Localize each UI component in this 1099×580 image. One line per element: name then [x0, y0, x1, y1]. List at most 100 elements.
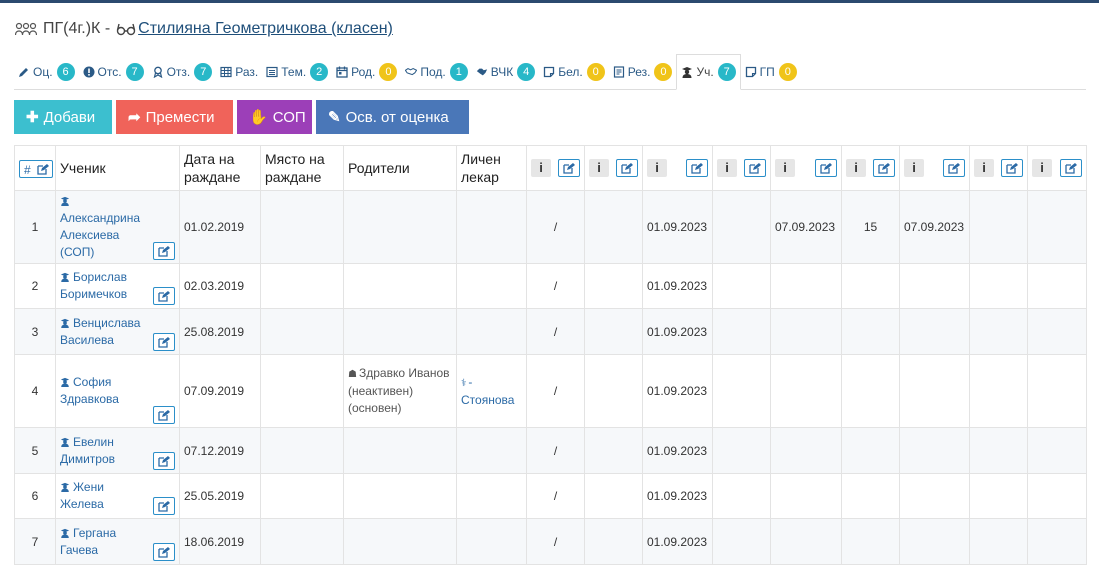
- table-row: 1 Александрина Алексиева (СОП) 01.02.2019 /…: [14, 190, 1087, 264]
- student-edit-button[interactable]: [153, 543, 175, 561]
- col-1: /: [526, 263, 585, 309]
- tab-count-badge: 0: [778, 62, 797, 81]
- tab-vchk[interactable]: ВЧК 4: [472, 54, 539, 89]
- student-header: Ученик: [55, 145, 180, 191]
- info-icon[interactable]: i: [974, 159, 994, 177]
- student-link[interactable]: Венцислава Василева: [60, 316, 140, 347]
- col-5: [770, 473, 842, 519]
- tab-schedule[interactable]: Раз.: [216, 54, 262, 89]
- col-4: [712, 263, 771, 309]
- column-edit-button[interactable]: [943, 159, 965, 177]
- tab-grades[interactable]: Оц. 6: [14, 54, 79, 89]
- move-button[interactable]: ➦ Премести: [116, 100, 233, 134]
- edit-icon: [1006, 163, 1018, 174]
- tab-parents[interactable]: Род. 0: [332, 54, 401, 89]
- column-edit-button[interactable]: [616, 159, 638, 177]
- col-2: [584, 473, 643, 519]
- col-2: [584, 427, 643, 474]
- col-7: [899, 263, 970, 309]
- num-header[interactable]: #: [14, 145, 56, 191]
- col-4: [712, 308, 771, 355]
- parents-cell: [343, 190, 457, 264]
- doctor-link[interactable]: - Стоянова: [461, 375, 514, 407]
- tab-support[interactable]: Под. 1: [401, 54, 471, 89]
- note-icon: [543, 66, 555, 78]
- teacher-link[interactable]: Стилияна Геометричкова (класен): [138, 20, 393, 38]
- tab-label: Бел.: [558, 64, 583, 79]
- tab-label: Тем.: [281, 64, 307, 79]
- tab-absences[interactable]: Отс. 7: [79, 54, 148, 89]
- col-1: /: [526, 473, 585, 519]
- tab-feedback[interactable]: Отз. 7: [148, 54, 217, 89]
- tab-count-badge: 0: [379, 62, 398, 81]
- info-icon[interactable]: i: [846, 159, 866, 177]
- column-edit-button[interactable]: [558, 159, 580, 177]
- handshake-alt-icon: [476, 66, 488, 78]
- info-icon[interactable]: i: [775, 159, 795, 177]
- award-icon: [152, 66, 164, 78]
- tab-gp[interactable]: ГП 0: [741, 54, 801, 89]
- student-edit-button[interactable]: [153, 497, 175, 515]
- student-cell: Венцислава Василева: [55, 308, 180, 355]
- student-edit-button[interactable]: [153, 287, 175, 305]
- top-bar: [0, 0, 1099, 3]
- add-button[interactable]: ✚ Добави: [14, 100, 112, 134]
- col-9: [1027, 518, 1087, 565]
- student-link[interactable]: Борислав Боримечков: [60, 270, 127, 301]
- doctor-cell: [456, 518, 527, 565]
- birth-place: [260, 473, 344, 519]
- parent-icon: ☗: [348, 369, 357, 380]
- info-icon[interactable]: i: [904, 159, 924, 177]
- col-2: [584, 190, 643, 264]
- tab-count-badge: 0: [586, 62, 605, 81]
- birth-date: 01.02.2019: [179, 190, 261, 264]
- info-icon[interactable]: i: [531, 159, 551, 177]
- info-icon[interactable]: i: [717, 159, 737, 177]
- col-1: /: [526, 190, 585, 264]
- student-cell: Жени Желева: [55, 473, 180, 519]
- student-icon: [60, 377, 70, 387]
- tab-label: Рез.: [627, 64, 651, 79]
- column-edit-button[interactable]: [1001, 159, 1023, 177]
- plus-icon: ✚: [26, 109, 39, 126]
- column-edit-button[interactable]: [815, 159, 837, 177]
- exclamation-circle-icon: [83, 66, 95, 78]
- info-icon[interactable]: i: [647, 159, 667, 177]
- tab-students[interactable]: Уч. 7: [676, 54, 741, 90]
- student-edit-button[interactable]: [153, 242, 175, 260]
- col-9: [1027, 263, 1087, 309]
- extra-header-9: i: [1027, 145, 1087, 191]
- column-edit-button[interactable]: [686, 159, 708, 177]
- tab-results[interactable]: Рез. 0: [609, 54, 677, 89]
- row-number: 6: [14, 473, 56, 519]
- student-edit-button[interactable]: [153, 333, 175, 351]
- page-title: ПГ(4г.)К - Стилияна Геометричкова (класе…: [15, 20, 393, 38]
- col-3: 01.09.2023: [642, 518, 713, 565]
- edit-icon: [948, 163, 960, 174]
- edit-icon: [820, 163, 832, 174]
- column-edit-button[interactable]: [744, 159, 766, 177]
- student-edit-button[interactable]: [153, 452, 175, 470]
- student-edit-button[interactable]: [153, 406, 175, 424]
- tab-label: Под.: [420, 64, 446, 79]
- edit-icon: [158, 501, 170, 512]
- doctor-cell: [456, 263, 527, 309]
- birth-place: [260, 518, 344, 565]
- tab-label: Отс.: [97, 64, 122, 79]
- column-edit-button[interactable]: [873, 159, 895, 177]
- birth-date: 18.06.2019: [179, 518, 261, 565]
- edit-icon: [158, 291, 170, 302]
- tab-count-badge: 6: [56, 62, 75, 81]
- tab-topics[interactable]: Тем. 2: [262, 54, 332, 89]
- column-edit-button[interactable]: [1060, 159, 1082, 177]
- tab-notes[interactable]: Бел. 0: [539, 54, 609, 89]
- num-edit-button[interactable]: #: [19, 159, 53, 178]
- info-icon[interactable]: i: [589, 159, 609, 177]
- exempt-grade-button[interactable]: ✎ Осв. от оценка: [316, 100, 469, 134]
- sop-button[interactable]: ✋ СОП: [237, 100, 312, 134]
- info-icon[interactable]: i: [1032, 159, 1052, 177]
- hand-icon: ✋: [249, 109, 268, 126]
- col-8: [969, 190, 1028, 264]
- student-link[interactable]: Александрина Алексиева (СОП): [60, 211, 140, 259]
- col-8: [969, 263, 1028, 309]
